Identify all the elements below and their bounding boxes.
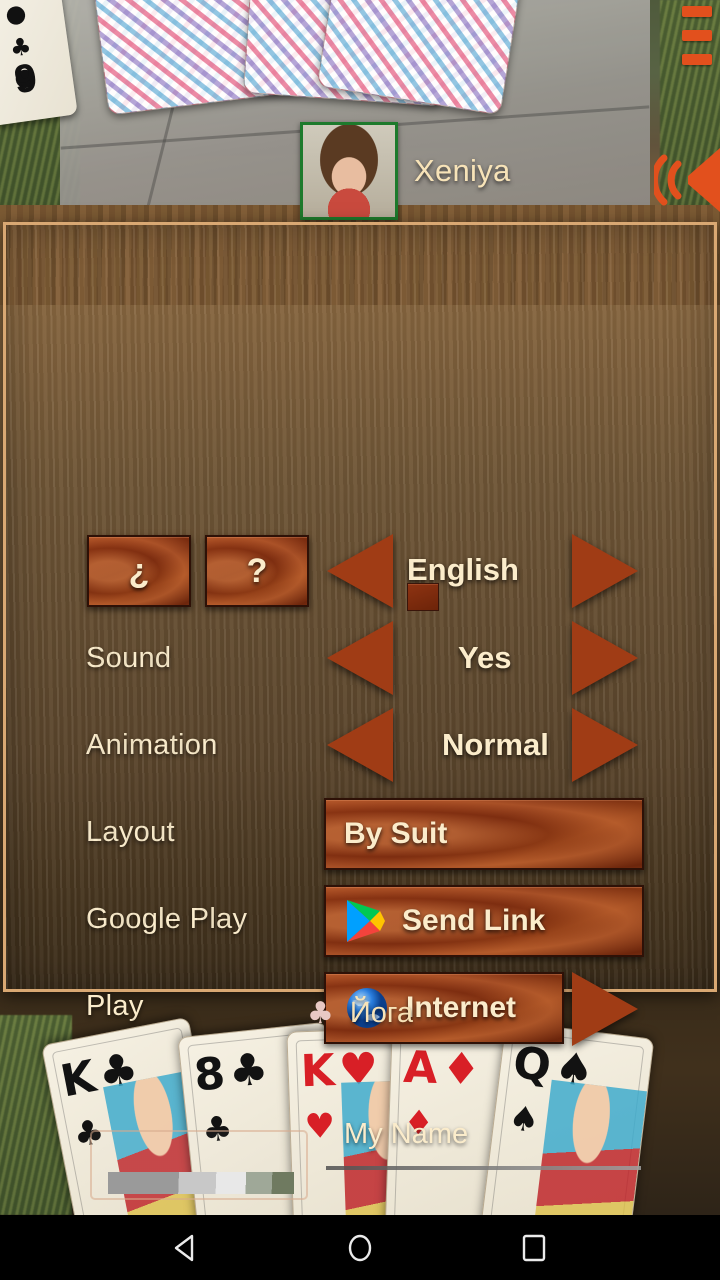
sound-prev-arrow[interactable]	[327, 621, 393, 695]
google-play-icon	[347, 900, 385, 942]
back-triangle-icon[interactable]	[169, 1231, 203, 1265]
animation-value: Normal	[442, 727, 549, 762]
menu-bar	[682, 54, 712, 65]
menu-bar	[682, 6, 712, 17]
help-button[interactable]: ?	[205, 535, 309, 607]
opponent-name: Xeniya	[414, 153, 511, 188]
avatar	[300, 122, 398, 220]
card-rank: Q	[510, 1037, 554, 1093]
layout-button[interactable]: By Suit	[324, 798, 644, 870]
card-suit: ♣	[226, 1043, 271, 1099]
my-name-placeholder: My Name	[344, 1118, 469, 1150]
send-link-value: Send Link	[402, 904, 546, 937]
language-flag-icon[interactable]	[407, 583, 439, 611]
layout-value: By Suit	[344, 817, 448, 850]
card-rank: K	[56, 1051, 100, 1108]
card-rank: K	[299, 1045, 336, 1098]
card-pip: ♠	[506, 1097, 542, 1142]
animation-next-arrow[interactable]	[572, 708, 638, 782]
hand-owner-label: ♣ Йога	[0, 996, 720, 1031]
sound-value: Yes	[458, 640, 512, 675]
game-background: ● ♣ ● 9 Xeniya ¿ ? English Sound Yes Ani…	[0, 0, 720, 1215]
menu-bar	[682, 30, 712, 41]
recents-square-icon[interactable]	[517, 1231, 551, 1265]
hand-card[interactable]: Q ♠ ♠	[479, 1020, 655, 1215]
card-corner: A ♦	[402, 1041, 482, 1096]
animation-prev-arrow[interactable]	[327, 708, 393, 782]
home-circle-icon[interactable]	[343, 1231, 377, 1265]
avatar-thumbnail	[108, 1172, 294, 1194]
card-rank: 8	[191, 1047, 228, 1102]
court-figure	[532, 1079, 648, 1215]
sound-next-arrow[interactable]	[572, 621, 638, 695]
card-rank: A	[402, 1041, 439, 1095]
about-button[interactable]: ¿	[87, 535, 191, 607]
hamburger-menu-icon[interactable]	[682, 6, 712, 65]
send-link-button[interactable]: Send Link	[324, 885, 644, 957]
animation-label: Animation	[86, 729, 218, 761]
speaker-icon[interactable]	[654, 140, 720, 220]
avatar-picker[interactable]	[90, 1130, 308, 1200]
language-next-arrow[interactable]	[572, 534, 638, 608]
google-play-label: Google Play	[86, 903, 248, 935]
opponent-player: Xeniya	[300, 122, 511, 220]
hand-suit-icon: ♣	[307, 996, 334, 1031]
android-navigation-bar	[0, 1215, 720, 1280]
card-suit: ♦	[440, 1043, 482, 1096]
hand-owner-name: Йога	[349, 997, 413, 1029]
layout-label: Layout	[86, 816, 175, 848]
my-name-input[interactable]	[326, 1166, 641, 1170]
card-corner: 8 ♣	[191, 1043, 271, 1102]
card-pip: ♥	[303, 1106, 336, 1148]
sound-label: Sound	[86, 642, 172, 674]
card-rank: 9	[11, 55, 40, 103]
language-prev-arrow[interactable]	[327, 534, 393, 608]
settings-panel: ¿ ? English Sound Yes Animation Normal L…	[3, 222, 717, 1200]
